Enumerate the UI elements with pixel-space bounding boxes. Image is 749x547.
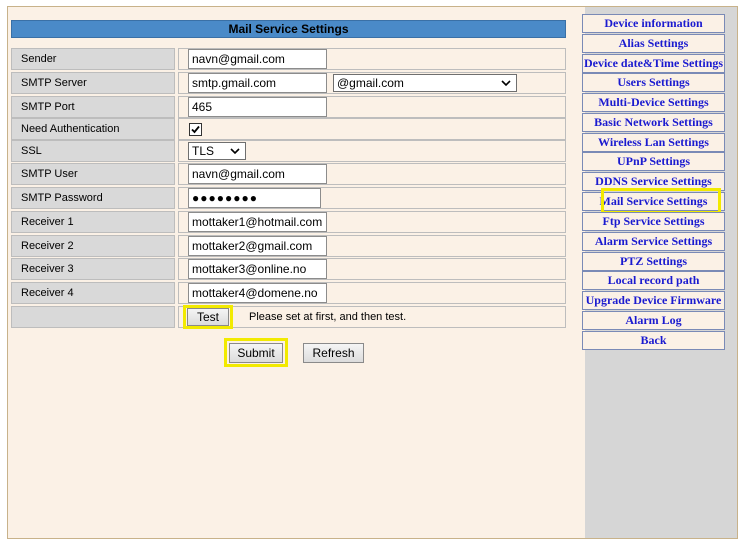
form-row-sender: Sender navn@gmail.com <box>11 48 566 70</box>
sidebar-item-users-settings[interactable]: Users Settings <box>582 73 725 92</box>
receiver-2-label: Receiver 2 <box>11 235 175 257</box>
check-icon <box>191 125 200 134</box>
receiver-3-cell: mottaker3@online.no <box>178 258 566 280</box>
receiver-4-input[interactable]: mottaker4@domene.no <box>188 283 327 303</box>
receiver-1-cell: mottaker1@hotmail.com <box>178 211 566 233</box>
submit-button[interactable]: Submit <box>229 343 283 363</box>
form-row-receiver-1: Receiver 1 mottaker1@hotmail.com <box>11 211 566 233</box>
sender-label: Sender <box>11 48 175 70</box>
smtp-port-input[interactable]: 465 <box>188 97 327 117</box>
form-row-smtp-port: SMTP Port 465 <box>11 96 566 118</box>
smtp-user-input[interactable]: navn@gmail.com <box>188 164 327 184</box>
smtp-password-label: SMTP Password <box>11 187 175 209</box>
smtp-user-cell: navn@gmail.com <box>178 163 566 185</box>
sidebar-item-alias-settings[interactable]: Alias Settings <box>582 34 725 53</box>
test-hint: Please set at first, and then test. <box>249 311 407 323</box>
receiver-4-cell: mottaker4@domene.no <box>178 282 566 304</box>
sidebar-item-basic-network-settings[interactable]: Basic Network Settings <box>582 113 725 132</box>
smtp-password-input[interactable]: ●●●●●●●● <box>188 188 321 208</box>
sidebar-item-local-record-path[interactable]: Local record path <box>582 271 725 290</box>
form-row-ssl: SSL TLS <box>11 140 566 162</box>
smtp-server-domain-select[interactable]: @gmail.com <box>333 74 517 92</box>
sidebar-item-back[interactable]: Back <box>582 331 725 350</box>
receiver-1-label: Receiver 1 <box>11 211 175 233</box>
sidebar-item-alarm-service-settings[interactable]: Alarm Service Settings <box>582 232 725 251</box>
chevron-down-icon <box>230 148 240 155</box>
need-auth-checkbox[interactable] <box>189 123 202 136</box>
form-row-test: Test Please set at first, and then test. <box>11 305 566 329</box>
smtp-server-domain-value: @gmail.com <box>337 76 404 90</box>
form-row-smtp-user: SMTP User navn@gmail.com <box>11 163 566 185</box>
sidebar-item-ftp-service-settings[interactable]: Ftp Service Settings <box>582 212 725 231</box>
form-row-receiver-3: Receiver 3 mottaker3@online.no <box>11 258 566 280</box>
smtp-user-label: SMTP User <box>11 163 175 185</box>
sidebar-item-upgrade-device-firmware[interactable]: Upgrade Device Firmware <box>582 291 725 310</box>
receiver-3-label: Receiver 3 <box>11 258 175 280</box>
need-auth-cell <box>178 118 566 140</box>
chevron-down-icon <box>501 80 511 87</box>
need-auth-label: Need Authentication <box>11 118 175 140</box>
smtp-server-input[interactable]: smtp.gmail.com <box>188 73 327 93</box>
smtp-password-cell: ●●●●●●●● <box>178 187 566 209</box>
page-title: Mail Service Settings <box>11 20 566 38</box>
mail-service-highlight <box>601 188 721 214</box>
ssl-select[interactable]: TLS <box>188 142 246 160</box>
sidebar-item-date-time-settings[interactable]: Device date&Time Settings <box>582 54 725 73</box>
sidebar-item-alarm-log[interactable]: Alarm Log <box>582 311 725 330</box>
form-row-need-auth: Need Authentication <box>11 118 566 140</box>
sender-input[interactable]: navn@gmail.com <box>188 49 327 69</box>
ssl-cell: TLS <box>178 140 566 162</box>
sidebar-item-multi-device-settings[interactable]: Multi-Device Settings <box>582 93 725 112</box>
form-row-smtp-password: SMTP Password ●●●●●●●● <box>11 187 566 209</box>
sidebar-item-upnp-settings[interactable]: UPnP Settings <box>582 152 725 171</box>
sidebar-item-ptz-settings[interactable]: PTZ Settings <box>582 252 725 271</box>
test-button[interactable]: Test <box>187 308 229 326</box>
smtp-port-label: SMTP Port <box>11 96 175 118</box>
receiver-4-label: Receiver 4 <box>11 282 175 304</box>
test-row-label <box>11 306 175 328</box>
smtp-port-cell: 465 <box>178 96 566 118</box>
form-row-receiver-4: Receiver 4 mottaker4@domene.no <box>11 282 566 304</box>
receiver-1-input[interactable]: mottaker1@hotmail.com <box>188 212 327 232</box>
sidebar-item-wireless-lan-settings[interactable]: Wireless Lan Settings <box>582 133 725 152</box>
form-row-receiver-2: Receiver 2 mottaker2@gmail.com <box>11 235 566 257</box>
smtp-server-label: SMTP Server <box>11 72 175 94</box>
receiver-2-input[interactable]: mottaker2@gmail.com <box>188 236 327 256</box>
ssl-label: SSL <box>11 140 175 162</box>
sender-cell: navn@gmail.com <box>178 48 566 70</box>
receiver-3-input[interactable]: mottaker3@online.no <box>188 259 327 279</box>
ssl-select-value: TLS <box>192 144 215 158</box>
refresh-button[interactable]: Refresh <box>303 343 364 363</box>
smtp-server-cell: smtp.gmail.com @gmail.com <box>178 72 566 94</box>
sidebar-item-device-information[interactable]: Device information <box>582 14 725 33</box>
test-cell: Test Please set at first, and then test. <box>178 305 566 329</box>
form-row-smtp-server: SMTP Server smtp.gmail.com @gmail.com <box>11 72 566 94</box>
receiver-2-cell: mottaker2@gmail.com <box>178 235 566 257</box>
